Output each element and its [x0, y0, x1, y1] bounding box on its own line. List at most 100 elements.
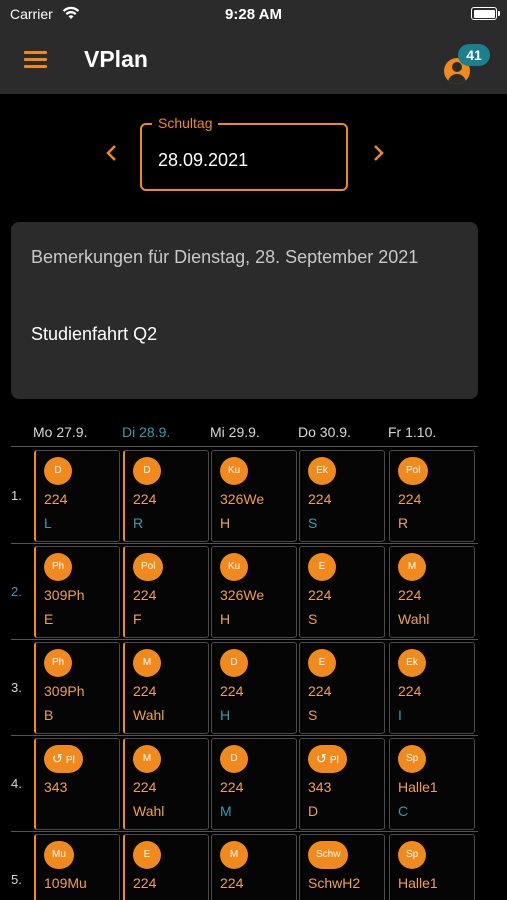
- lesson-cell[interactable]: Ek 224 S: [299, 450, 385, 542]
- day-header-wed: Mi 29.9.: [210, 424, 260, 440]
- subject-badge: Ek: [308, 457, 336, 485]
- chevron-left-icon[interactable]: [104, 144, 120, 162]
- lesson-cell[interactable]: Ph 309Ph E: [34, 546, 120, 638]
- subject-label: Pl: [65, 755, 75, 766]
- subject-label: Ek: [406, 657, 418, 668]
- room-label: 309Ph: [44, 587, 85, 603]
- date-field[interactable]: Schultag 28.09.2021: [140, 115, 348, 191]
- status-bar: Carrier 9:28 AM: [0, 0, 507, 28]
- room-label: 224: [398, 683, 422, 699]
- subject-label: Ph: [52, 657, 65, 668]
- lesson-cell[interactable]: Ku 326We H: [211, 450, 297, 542]
- teacher-label: B: [44, 707, 54, 723]
- subject-label: Mu: [52, 849, 66, 860]
- subject-label: M: [142, 657, 152, 668]
- lesson-cell[interactable]: M 224: [211, 834, 297, 900]
- period-number: 2.: [11, 584, 22, 599]
- lesson-cell[interactable]: D 224 H: [211, 642, 297, 734]
- subject-badge: E: [308, 553, 336, 581]
- room-label: 224: [133, 779, 157, 795]
- chevron-right-icon[interactable]: [370, 144, 386, 162]
- lesson-cell[interactable]: E 224 S: [299, 546, 385, 638]
- lesson-cell[interactable]: Pol 224 F: [123, 546, 209, 638]
- lesson-cell[interactable]: ↺ Pl 343: [34, 738, 120, 830]
- lesson-cell[interactable]: M 224 Wahl: [389, 546, 475, 638]
- teacher-label: Wahl: [398, 611, 430, 627]
- teacher-label: H: [220, 707, 231, 723]
- teacher-label: C: [398, 803, 409, 819]
- teacher-label: L: [44, 515, 52, 531]
- undo-arrow-icon: ↺: [316, 751, 327, 766]
- lesson-cell[interactable]: E 224: [123, 834, 209, 900]
- lesson-cell[interactable]: M 224 Wahl: [123, 642, 209, 734]
- period-number: 4.: [11, 776, 22, 791]
- subject-label: Ku: [228, 561, 241, 572]
- room-label: 224: [308, 491, 332, 507]
- subject-label: M: [142, 753, 152, 764]
- room-label: 224: [133, 683, 157, 699]
- row-divider: [11, 543, 478, 544]
- room-label: 224: [398, 587, 422, 603]
- room-label: 224: [398, 491, 422, 507]
- teacher-label: R: [133, 515, 144, 531]
- period-number: 5.: [11, 872, 22, 887]
- subject-badge: Mu: [44, 841, 74, 869]
- room-label: 224: [308, 683, 332, 699]
- row-divider: [11, 735, 478, 736]
- room-label: 224: [220, 875, 244, 891]
- lesson-cell[interactable]: Sp Halle1: [389, 834, 475, 900]
- subject-badge: M: [220, 841, 248, 869]
- subject-label: Ek: [316, 465, 328, 476]
- subject-label: Sp: [406, 753, 419, 764]
- lesson-cell[interactable]: Sp Halle1 C: [389, 738, 475, 830]
- battery-icon: [471, 7, 500, 20]
- room-label: 224: [220, 683, 244, 699]
- remarks-title: Bemerkungen für Dienstag, 28. September …: [31, 247, 419, 267]
- subject-badge: Sp: [398, 745, 427, 773]
- undo-arrow-icon: ↺: [52, 751, 63, 766]
- subject-label: M: [407, 561, 417, 572]
- subject-label: Pol: [406, 465, 421, 476]
- teacher-label: S: [308, 611, 318, 627]
- subject-badge: D: [220, 649, 248, 677]
- subject-badge: M: [398, 553, 426, 581]
- teacher-label: Wahl: [133, 707, 165, 723]
- lesson-cell[interactable]: Schw SchwH2: [299, 834, 385, 900]
- subject-badge: Pol: [398, 457, 429, 485]
- room-label: Halle1: [398, 875, 438, 891]
- lesson-cell[interactable]: D 224 L: [34, 450, 120, 542]
- room-label: 309Ph: [44, 683, 85, 699]
- lesson-cell[interactable]: Ph 309Ph B: [34, 642, 120, 734]
- lesson-cell[interactable]: Ku 326We H: [211, 546, 297, 638]
- day-header-thu: Do 30.9.: [298, 424, 351, 440]
- teacher-label: Wahl: [133, 803, 165, 819]
- subject-badge: D: [133, 457, 161, 485]
- subject-badge: Pol: [133, 553, 164, 581]
- row-divider: [11, 831, 478, 832]
- lesson-cell[interactable]: Pol 224 R: [389, 450, 475, 542]
- subject-badge: ↺ Pl: [44, 745, 83, 773]
- subject-badge: Sp: [398, 841, 427, 869]
- lesson-cell[interactable]: Mu 109Mu: [34, 834, 120, 900]
- hamburger-icon[interactable]: [24, 51, 47, 69]
- teacher-label: R: [398, 515, 409, 531]
- subject-badge: M: [133, 745, 161, 773]
- row-divider: [11, 639, 478, 640]
- teacher-label: E: [44, 611, 54, 627]
- room-label: 224: [308, 587, 332, 603]
- lesson-cell[interactable]: D 224 M: [211, 738, 297, 830]
- subject-label: E: [318, 657, 326, 668]
- lesson-cell[interactable]: ↺ Pl 343 D: [299, 738, 385, 830]
- account-button[interactable]: 41: [440, 42, 490, 86]
- notification-badge: 41: [458, 44, 490, 66]
- teacher-label: F: [133, 611, 142, 627]
- room-label: 224: [133, 491, 157, 507]
- day-header-mon: Mo 27.9.: [33, 424, 88, 440]
- lesson-cell[interactable]: M 224 Wahl: [123, 738, 209, 830]
- lesson-cell[interactable]: E 224 S: [299, 642, 385, 734]
- lesson-cell[interactable]: Ek 224 I: [389, 642, 475, 734]
- subject-badge: D: [220, 745, 248, 773]
- subject-badge: Ku: [220, 457, 249, 485]
- teacher-label: S: [308, 515, 318, 531]
- lesson-cell[interactable]: D 224 R: [123, 450, 209, 542]
